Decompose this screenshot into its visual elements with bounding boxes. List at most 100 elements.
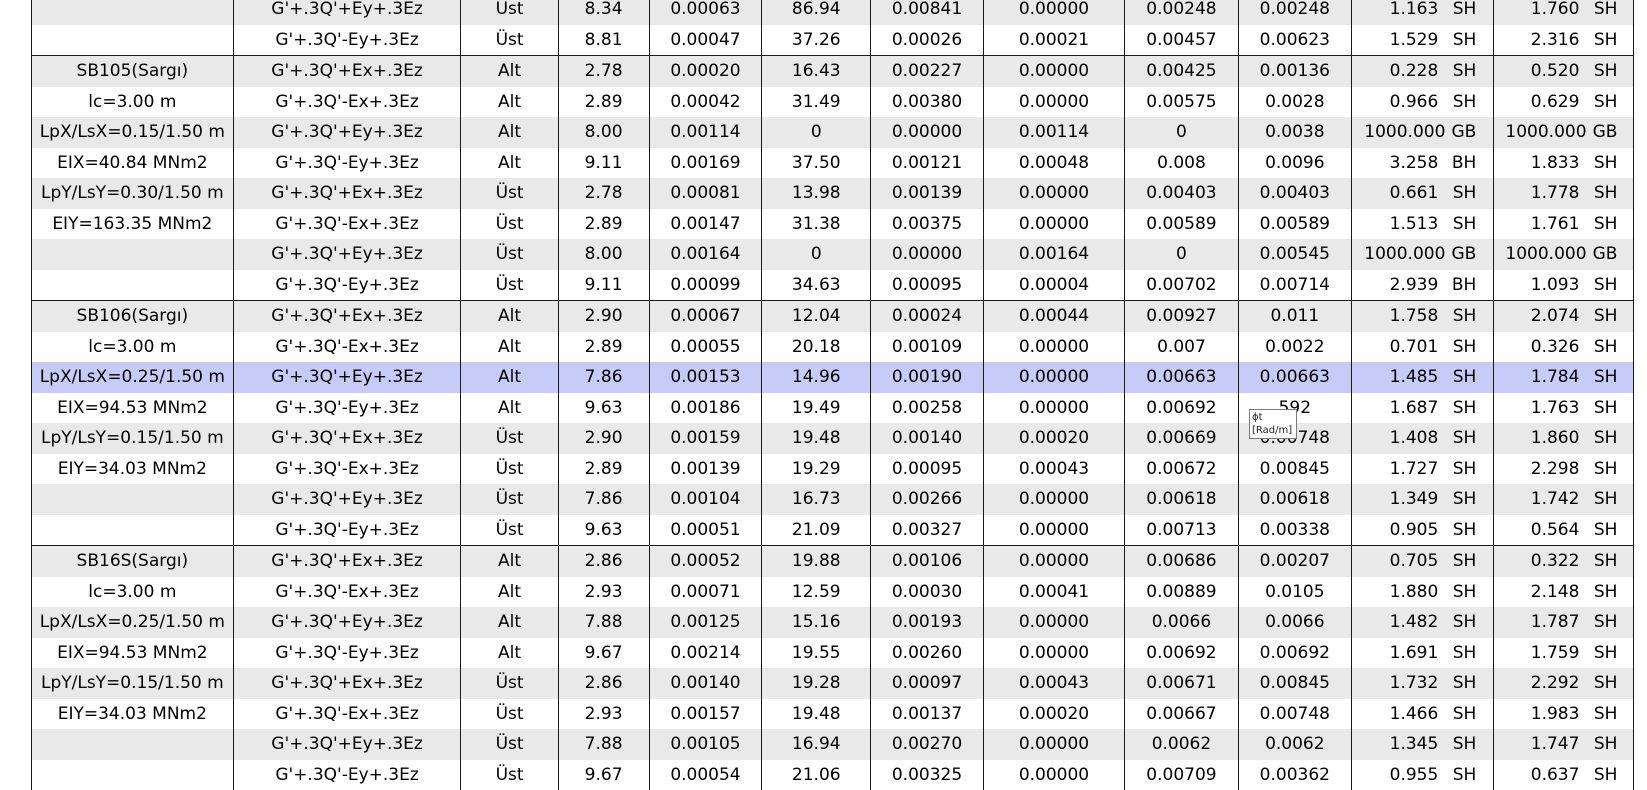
table-row[interactable]: LpY/LsY=0.30/1.50 mG'+.3Q'+Ex+.3EzÜst2.7… — [32, 178, 1634, 209]
load-combination-cell: G'+.3Q'-Ey+.3Ez — [233, 760, 461, 790]
table-row[interactable]: lc=3.00 mG'+.3Q'-Ex+.3EzAlt2.930.0007112… — [32, 577, 1634, 608]
table-row[interactable]: EIX=94.53 MNm2G'+.3Q'-Ey+.3EzAlt9.630.00… — [32, 393, 1634, 424]
value-cell: 19.55 — [762, 638, 871, 669]
value-cell: 0.00137 — [871, 699, 984, 730]
table-row[interactable]: EIY=34.03 MNm2G'+.3Q'-Ex+.3EzÜst2.930.00… — [32, 699, 1634, 730]
value-cell: 0.00106 — [871, 546, 984, 577]
value-cell: 0 — [1125, 239, 1239, 270]
table-row[interactable]: G'+.3Q'+Ey+.3EzÜst8.340.0006386.940.0084… — [32, 0, 1634, 25]
value-cell: 0.00159 — [649, 423, 762, 454]
rotation-ratio-cell: 1.758SH — [1351, 301, 1493, 332]
value-cell: 0.00672 — [1125, 454, 1239, 485]
face-cell: Üst — [461, 484, 558, 515]
table-row[interactable]: LpX/LsX=0.25/1.50 mG'+.3Q'+Ey+.3EzAlt7.8… — [32, 362, 1634, 393]
table-row[interactable]: lc=3.00 mG'+.3Q'-Ex+.3EzAlt2.890.0005520… — [32, 332, 1634, 363]
table-row[interactable]: G'+.3Q'-Ey+.3EzÜst9.630.0005121.090.0032… — [32, 515, 1634, 546]
ratio-value: 0.966 — [1364, 92, 1438, 112]
failure-mode-label: SH — [1579, 153, 1621, 173]
value-cell: 12.04 — [762, 301, 871, 332]
failure-mode-label: SH — [1579, 428, 1621, 448]
value-cell: 0.00338 — [1238, 515, 1351, 546]
failure-mode-label: SH — [1579, 0, 1621, 19]
value-cell: 0.00026 — [871, 25, 984, 56]
value-cell: 0.00020 — [649, 56, 762, 87]
table-row[interactable]: LpX/LsX=0.15/1.50 mG'+.3Q'+Ey+.3EzAlt8.0… — [32, 117, 1634, 148]
failure-mode-label: SH — [1438, 428, 1480, 448]
rotation-ratio-cell: 1.345SH — [1351, 729, 1493, 760]
value-cell: 0.00248 — [1125, 0, 1239, 25]
ratio-value: 1.983 — [1505, 704, 1579, 724]
value-cell: 0.00927 — [1125, 301, 1239, 332]
ratio-value: 3.258 — [1364, 153, 1438, 173]
face-cell: Üst — [461, 209, 558, 240]
value-cell: 21.06 — [762, 760, 871, 790]
failure-mode-label: SH — [1579, 214, 1621, 234]
value-cell: 0.00000 — [983, 332, 1124, 363]
value-cell: 8.00 — [558, 117, 649, 148]
ratio-value: 1.727 — [1364, 459, 1438, 479]
failure-mode-label: SH — [1438, 734, 1480, 754]
table-row[interactable]: LpY/LsY=0.15/1.50 mG'+.3Q'+Ex+.3EzÜst2.8… — [32, 668, 1634, 699]
value-cell: 0.00545 — [1238, 239, 1351, 270]
table-row[interactable]: SB16S(Sargı)G'+.3Q'+Ex+.3EzAlt2.860.0005… — [32, 546, 1634, 577]
value-cell: 0.00575 — [1125, 87, 1239, 118]
element-cell — [32, 515, 234, 546]
table-row[interactable]: G'+.3Q'-Ey+.3EzÜst8.810.0004737.260.0002… — [32, 25, 1634, 56]
rotation-ratio-cell: 1.408SH — [1351, 423, 1493, 454]
value-cell: 0.00095 — [871, 270, 984, 301]
table-row[interactable]: G'+.3Q'-Ey+.3EzÜst9.670.0005421.060.0032… — [32, 760, 1634, 790]
value-cell: 0 — [1125, 117, 1239, 148]
value-cell: 0.00043 — [983, 454, 1124, 485]
table-row[interactable]: EIX=40.84 MNm2G'+.3Q'-Ey+.3EzAlt9.110.00… — [32, 148, 1634, 179]
failure-mode-label: SH — [1579, 337, 1621, 357]
failure-mode-label: SH — [1438, 214, 1480, 234]
ratio-value: 1.833 — [1505, 153, 1579, 173]
table-row[interactable]: G'+.3Q'+Ey+.3EzÜst8.000.0016400.000000.0… — [32, 239, 1634, 270]
failure-mode-label: SH — [1438, 551, 1480, 571]
ratio-value: 1.787 — [1505, 612, 1579, 632]
value-cell: 0.00071 — [649, 577, 762, 608]
value-cell: 0.00193 — [871, 607, 984, 638]
rotation-ratio-cell: 2.939BH — [1351, 270, 1493, 301]
table-row[interactable]: EIX=94.53 MNm2G'+.3Q'-Ey+.3EzAlt9.670.00… — [32, 638, 1634, 669]
ratio-value: 0.705 — [1364, 551, 1438, 571]
table-row[interactable]: EIY=163.35 MNm2G'+.3Q'-Ex+.3EzÜst2.890.0… — [32, 209, 1634, 240]
value-cell: 0.0028 — [1238, 87, 1351, 118]
face-cell: Alt — [461, 56, 558, 87]
element-cell: SB16S(Sargı) — [32, 546, 234, 577]
value-cell: 0.0022 — [1238, 332, 1351, 363]
value-cell: 2.93 — [558, 699, 649, 730]
value-cell: 0.00000 — [983, 484, 1124, 515]
table-row[interactable]: G'+.3Q'+Ey+.3EzÜst7.860.0010416.730.0026… — [32, 484, 1634, 515]
rotation-ratio-cell: 1.513SH — [1351, 209, 1493, 240]
value-cell: 0.00125 — [649, 607, 762, 638]
element-cell: EIX=94.53 MNm2 — [32, 393, 234, 424]
table-row[interactable]: lc=3.00 mG'+.3Q'-Ex+.3EzAlt2.890.0004231… — [32, 87, 1634, 118]
face-cell: Alt — [461, 638, 558, 669]
ratio-value: 1.466 — [1364, 704, 1438, 724]
value-cell: 0.00186 — [649, 393, 762, 424]
failure-mode-label: SH — [1579, 673, 1621, 693]
value-cell: 0.00147 — [649, 209, 762, 240]
ratio-value: 1000.000 — [1505, 122, 1579, 142]
face-cell: Alt — [461, 301, 558, 332]
failure-mode-label: SH — [1579, 551, 1621, 571]
value-cell: 0.00004 — [983, 270, 1124, 301]
value-cell: 8.81 — [558, 25, 649, 56]
table-row[interactable]: LpY/LsY=0.15/1.50 mG'+.3Q'+Ex+.3EzÜst2.9… — [32, 423, 1634, 454]
value-cell: 0.00845 — [1238, 454, 1351, 485]
value-cell: 0.00099 — [649, 270, 762, 301]
ratio-value: 2.074 — [1505, 306, 1579, 326]
load-combination-cell: G'+.3Q'+Ey+.3Ez — [233, 362, 461, 393]
table-row[interactable]: SB105(Sargı)G'+.3Q'+Ex+.3EzAlt2.780.0002… — [32, 56, 1634, 87]
value-cell: 0.00692 — [1125, 393, 1239, 424]
table-row[interactable]: LpX/LsX=0.25/1.50 mG'+.3Q'+Ey+.3EzAlt7.8… — [32, 607, 1634, 638]
value-cell: 0.00000 — [983, 178, 1124, 209]
table-row[interactable]: EIY=34.03 MNm2G'+.3Q'-Ex+.3EzÜst2.890.00… — [32, 454, 1634, 485]
table-row[interactable]: G'+.3Q'+Ey+.3EzÜst7.880.0010516.940.0027… — [32, 729, 1634, 760]
table-row[interactable]: G'+.3Q'-Ey+.3EzÜst9.110.0009934.630.0009… — [32, 270, 1634, 301]
value-cell: 0.00105 — [649, 729, 762, 760]
ratio-value: 1.349 — [1364, 489, 1438, 509]
table-row[interactable]: SB106(Sargı)G'+.3Q'+Ex+.3EzAlt2.900.0006… — [32, 301, 1634, 332]
value-cell: 0.00067 — [649, 301, 762, 332]
